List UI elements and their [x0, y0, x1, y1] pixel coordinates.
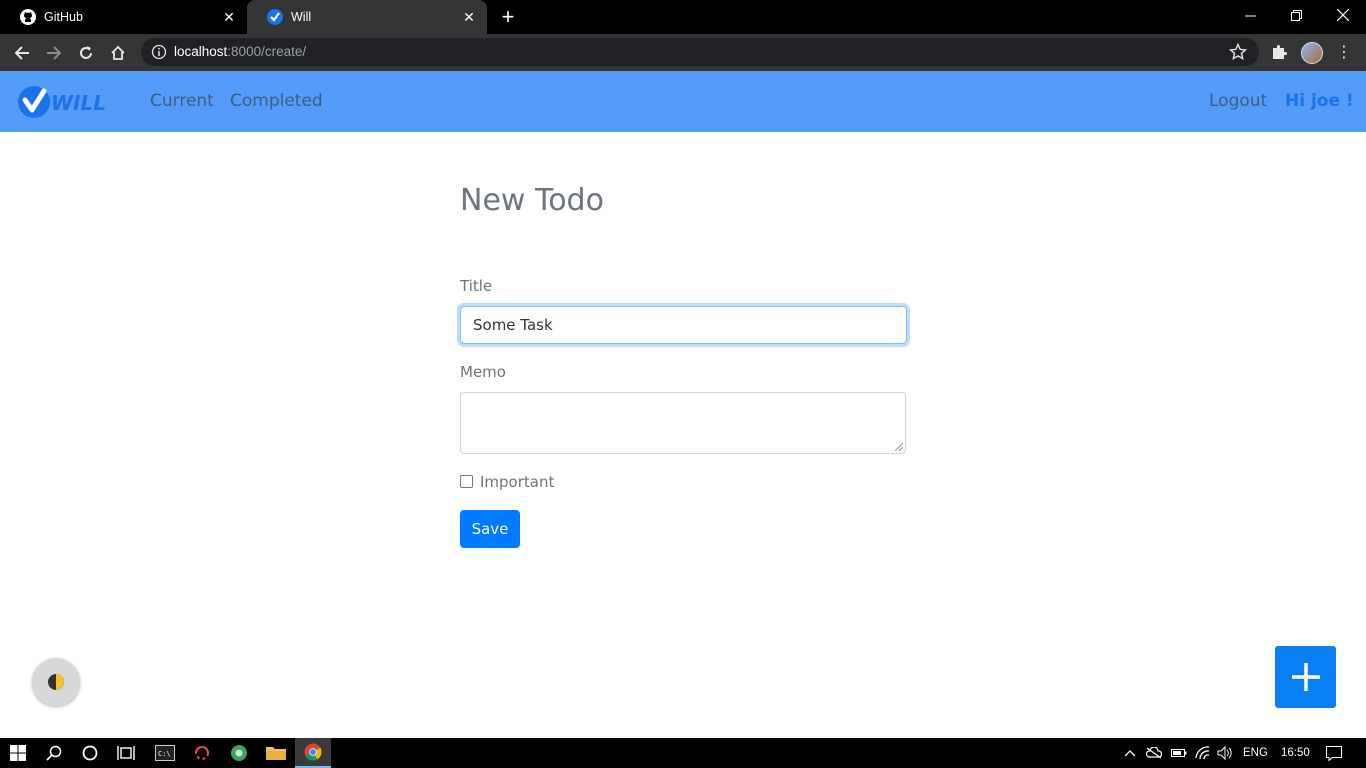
browser-toolbar: localhost:8000/create/ ⋮	[0, 34, 1366, 71]
tray-chevron-icon[interactable]	[1121, 738, 1139, 768]
tab-will[interactable]: Will ✕	[247, 0, 487, 34]
half-moon-icon	[48, 674, 64, 690]
back-arrow-icon[interactable]	[9, 40, 35, 66]
clock[interactable]: 16:50	[1281, 738, 1310, 768]
github-icon	[20, 9, 36, 25]
bookmark-star-icon[interactable]	[1228, 42, 1248, 61]
language-indicator[interactable]: ENG	[1243, 738, 1268, 768]
tab-title: GitHub	[44, 10, 83, 24]
wifi-icon[interactable]	[1194, 738, 1212, 768]
reload-icon[interactable]	[73, 40, 99, 66]
terminal-icon[interactable]: C:\	[147, 738, 183, 768]
new-tab-button[interactable]: +	[498, 6, 518, 28]
svg-text:C:\: C:\	[158, 750, 171, 758]
windows-start-icon[interactable]	[0, 738, 36, 768]
app-green-icon[interactable]	[221, 738, 257, 768]
tab-title: Will	[291, 10, 312, 24]
notifications-icon[interactable]	[1324, 738, 1344, 768]
close-tab-icon[interactable]: ✕	[221, 9, 237, 25]
profile-avatar[interactable]	[1301, 42, 1323, 64]
title-label: Title	[460, 277, 493, 295]
address-bar[interactable]: localhost:8000/create/	[141, 38, 1259, 66]
site-info-icon[interactable]	[151, 44, 167, 60]
restore-icon[interactable]	[1273, 0, 1319, 30]
url-text: localhost:8000/create/	[174, 44, 306, 59]
save-button[interactable]: Save	[460, 510, 520, 548]
app-navbar: WILL Current Completed Logout Hi joe !	[0, 71, 1366, 132]
git-icon[interactable]	[184, 738, 220, 768]
battery-icon[interactable]	[1170, 738, 1188, 768]
extensions-puzzle-icon[interactable]	[1270, 43, 1290, 63]
url-host: localhost	[174, 44, 228, 59]
cortana-icon[interactable]	[72, 738, 108, 768]
memo-textarea[interactable]	[460, 392, 906, 454]
brand-text: WILL	[51, 91, 106, 115]
title-input-value: Some Task	[473, 316, 553, 334]
chrome-icon[interactable]	[295, 738, 331, 768]
nav-logout-link[interactable]: Logout	[1209, 91, 1267, 111]
nav-completed-link[interactable]: Completed	[230, 91, 323, 111]
windows-taskbar: C:\ ENG 16:50	[0, 738, 1366, 768]
theme-toggle-button[interactable]	[32, 658, 80, 706]
memo-label: Memo	[460, 363, 506, 381]
browser-tabstrip: GitHub ✕ Will ✕ +	[0, 0, 1366, 34]
add-todo-button[interactable]	[1275, 646, 1336, 708]
title-input[interactable]: Some Task	[460, 306, 907, 344]
nav-current-link[interactable]: Current	[150, 91, 214, 111]
page-title: New Todo	[460, 183, 604, 218]
plus-icon	[1291, 663, 1320, 691]
search-icon[interactable]	[36, 738, 72, 768]
important-label[interactable]: Important	[480, 473, 554, 491]
close-tab-icon[interactable]: ✕	[461, 9, 477, 25]
url-path: :8000/create/	[227, 44, 307, 59]
close-window-icon[interactable]	[1320, 0, 1366, 30]
volume-icon[interactable]	[1216, 738, 1234, 768]
home-icon[interactable]	[105, 40, 131, 66]
file-explorer-icon[interactable]	[258, 738, 294, 768]
tab-github[interactable]: GitHub ✕	[0, 0, 247, 34]
forward-arrow-icon[interactable]	[41, 40, 67, 66]
user-greeting[interactable]: Hi joe !	[1285, 91, 1354, 111]
onedrive-icon[interactable]	[1145, 738, 1163, 768]
minimize-icon[interactable]	[1227, 0, 1273, 30]
task-view-icon[interactable]	[108, 738, 144, 768]
important-checkbox[interactable]	[460, 475, 473, 488]
will-logo[interactable]: WILL	[16, 84, 126, 120]
will-check-icon	[267, 9, 283, 25]
menu-kebab-icon[interactable]: ⋮	[1336, 43, 1352, 63]
